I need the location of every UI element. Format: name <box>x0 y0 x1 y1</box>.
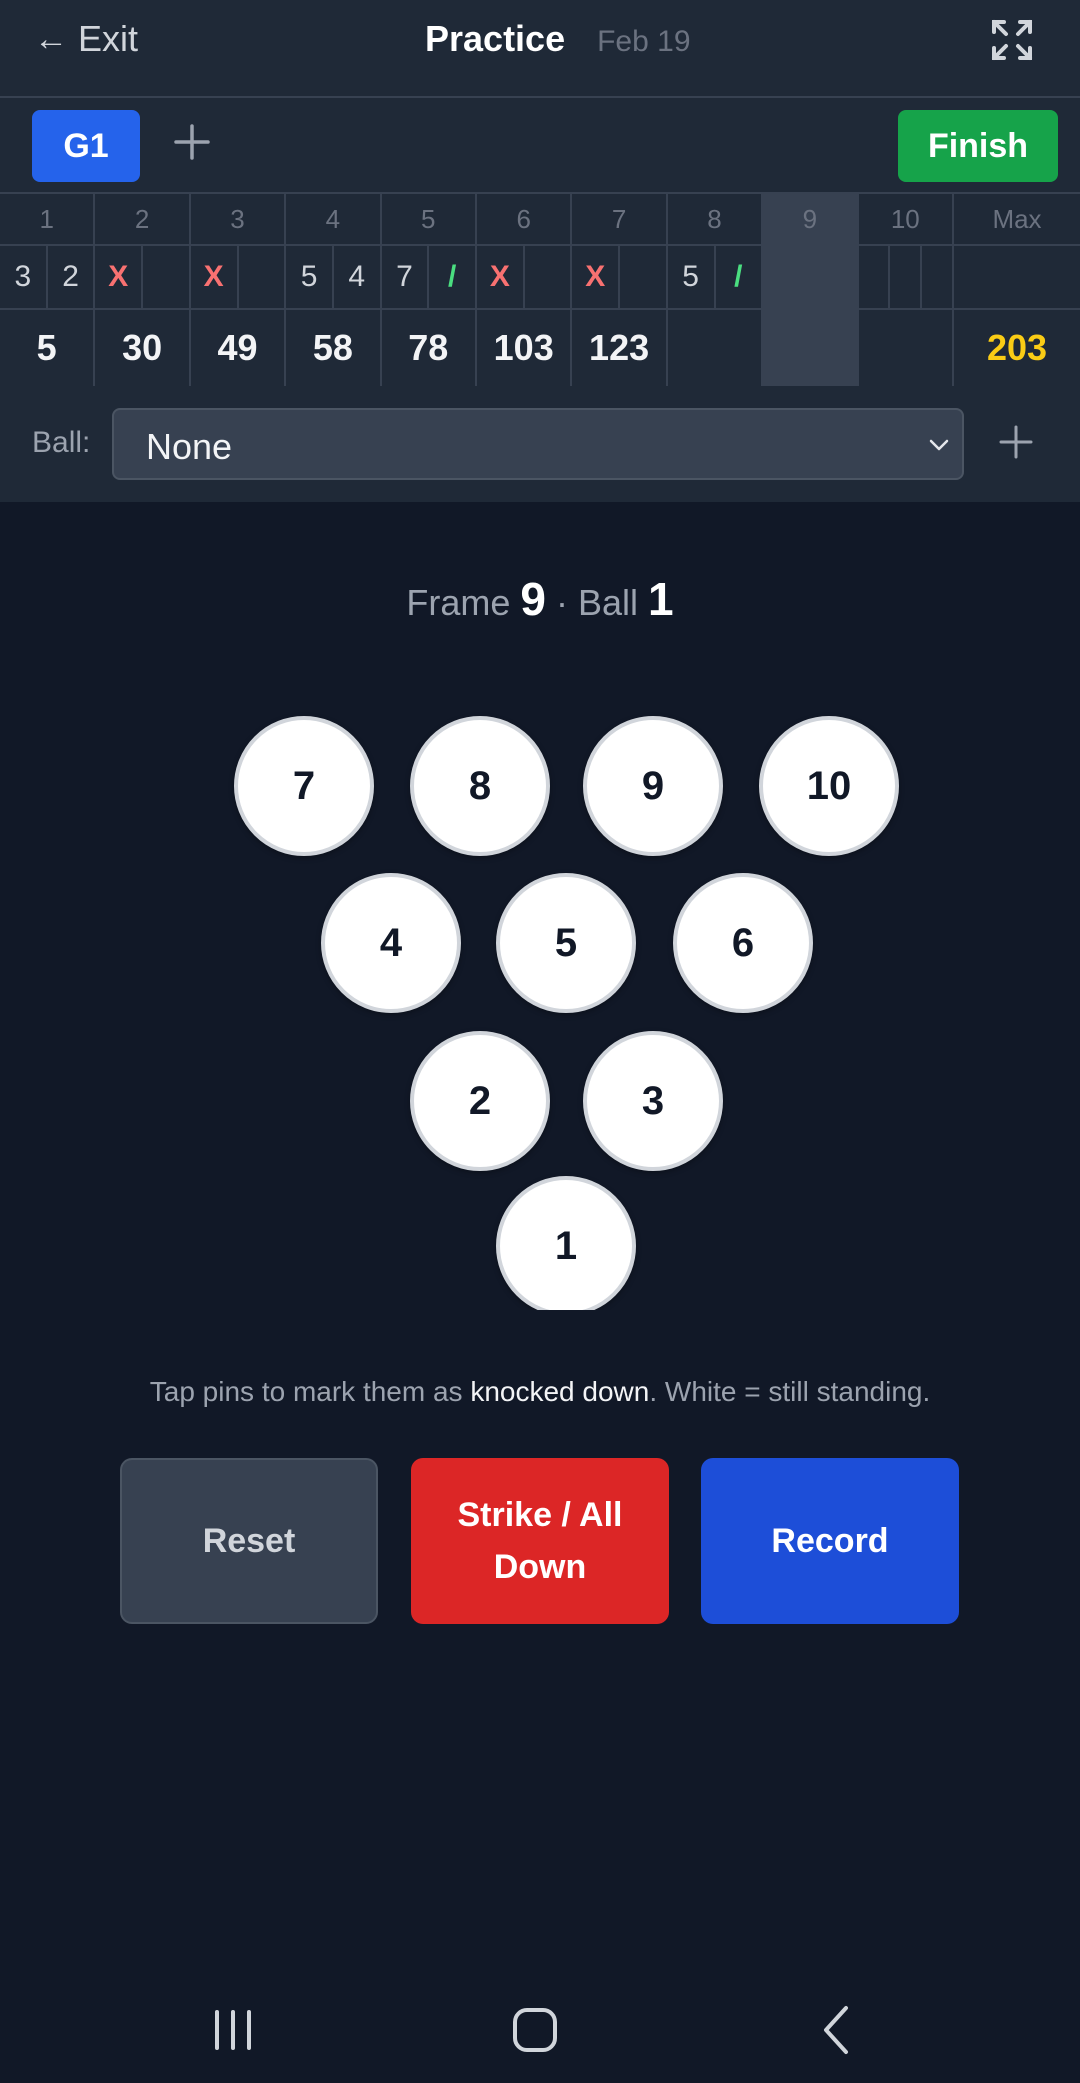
pin-10[interactable]: 10 <box>759 716 899 856</box>
hint-text-end: . White = still standing. <box>649 1376 931 1407</box>
strike-all-down-button[interactable]: Strike / All Down <box>411 1458 669 1624</box>
back-icon[interactable] <box>808 2000 868 2060</box>
pin-deck: 1 2 3 4 5 6 7 8 9 10 <box>0 0 1080 1310</box>
pin-4[interactable]: 4 <box>321 873 461 1013</box>
pin-2[interactable]: 2 <box>410 1031 550 1171</box>
home-icon[interactable] <box>505 2000 565 2060</box>
pin-8[interactable]: 8 <box>410 716 550 856</box>
hint-emphasis: knocked down <box>470 1376 650 1407</box>
record-button[interactable]: Record <box>701 1458 959 1624</box>
system-nav-bar <box>0 1950 1080 2083</box>
pin-7[interactable]: 7 <box>234 716 374 856</box>
pin-1[interactable]: 1 <box>496 1176 636 1310</box>
pin-9[interactable]: 9 <box>583 716 723 856</box>
hint-text-start: Tap pins to mark them as <box>149 1376 471 1407</box>
pin-6[interactable]: 6 <box>673 873 813 1013</box>
recent-apps-icon[interactable] <box>203 2000 263 2060</box>
pin-5[interactable]: 5 <box>496 873 636 1013</box>
instruction-text: Tap pins to mark them as knocked down. W… <box>0 1376 1080 1408</box>
pin-3[interactable]: 3 <box>583 1031 723 1171</box>
reset-button[interactable]: Reset <box>120 1458 378 1624</box>
